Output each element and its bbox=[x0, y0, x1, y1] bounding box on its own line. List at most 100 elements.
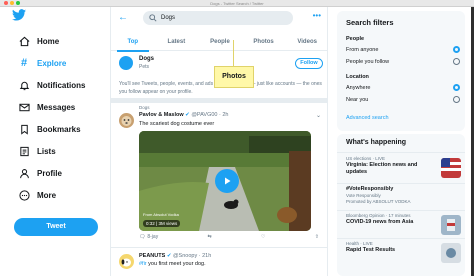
tweet-actions: 🗨 8-jay ⇆ ♡ ⇧ bbox=[139, 233, 319, 241]
near-you-option[interactable]: Near you bbox=[346, 97, 368, 103]
trend-item[interactable]: Health · LIVE Rapid Test Results bbox=[346, 241, 436, 254]
person-icon bbox=[18, 167, 30, 179]
near-you-radio[interactable] bbox=[453, 96, 460, 103]
search-query: Dogs bbox=[161, 15, 176, 21]
from-anyone-radio[interactable] bbox=[453, 46, 460, 53]
list-icon bbox=[18, 145, 30, 157]
search-tabs: Top Latest People Photos Videos bbox=[111, 35, 327, 52]
tab-videos[interactable]: Videos bbox=[285, 35, 327, 50]
sidebar-item-explore[interactable]: # Explore bbox=[18, 56, 66, 70]
whats-happening-panel: What's happening US elections · LIVE Vir… bbox=[337, 134, 465, 276]
home-icon bbox=[18, 35, 30, 47]
tweet-header: Pavlov & Maslow ✔ @PAVG00 · 2h bbox=[139, 112, 229, 118]
divider bbox=[337, 183, 465, 184]
trend-item[interactable]: #VoteResponsibly Vote Responsibly Promot… bbox=[346, 186, 464, 205]
tweet-button[interactable]: Tweet bbox=[14, 218, 98, 236]
divider bbox=[337, 210, 465, 211]
video-player[interactable]: From Absolut Vodka 0:32 | 3M views bbox=[139, 131, 311, 231]
play-icon[interactable] bbox=[215, 169, 239, 193]
sidebar-item-lists[interactable]: Lists bbox=[18, 144, 56, 158]
sidebar-item-notifications[interactable]: Notifications bbox=[18, 78, 85, 92]
anywhere-option[interactable]: Anywhere bbox=[346, 85, 370, 91]
window-title: Dogs - Twitter Search / Twitter bbox=[210, 1, 264, 6]
sidebar-item-label: Bookmarks bbox=[37, 124, 81, 134]
tweet-text: #fir you first meet your dog. bbox=[139, 261, 206, 267]
follow-button[interactable]: Follow bbox=[295, 58, 323, 69]
people-you-follow-option[interactable]: People you follow bbox=[346, 59, 389, 65]
sidebar-item-home[interactable]: Home bbox=[18, 34, 59, 48]
envelope-icon bbox=[18, 101, 30, 113]
promoted-label: Promoted by ABSOLUT VODKA bbox=[346, 199, 411, 204]
tweet-topic-label: Dogs bbox=[139, 105, 150, 110]
retweet-button[interactable]: ⇆ bbox=[208, 233, 212, 241]
trend-name: Virginia: Election news and updates bbox=[346, 162, 418, 175]
divider bbox=[337, 152, 465, 153]
share-button[interactable]: ⇧ bbox=[315, 233, 319, 241]
video-source: From Absolut Vodka bbox=[143, 212, 179, 217]
sidebar-item-label: Profile bbox=[37, 168, 62, 178]
sidebar-item-label: Lists bbox=[37, 146, 56, 156]
trend-image-flag bbox=[441, 158, 461, 178]
tweet[interactable]: PEANUTS ✔ @Snoopy · 21h #fir you first m… bbox=[111, 247, 327, 276]
verified-icon: ✔ bbox=[185, 112, 190, 118]
reply-button[interactable]: 🗨 8-jay bbox=[139, 233, 158, 241]
sidebar-item-more[interactable]: More bbox=[18, 188, 56, 202]
tweet-header: PEANUTS ✔ @Snoopy · 21h bbox=[139, 253, 211, 259]
divider bbox=[337, 238, 465, 239]
bell-icon bbox=[18, 79, 30, 91]
trend-item[interactable]: Bloomberg Opinion · 17 minutes COVID-19 … bbox=[346, 213, 436, 226]
share-icon: ⇧ bbox=[314, 234, 319, 240]
tweet-text: The scariest dog costume ever bbox=[139, 121, 215, 127]
main-column: ← Dogs ••• Top Latest People Photos Vide… bbox=[110, 7, 328, 276]
tweet-author-name[interactable]: PEANUTS bbox=[139, 253, 165, 259]
tweet-more-icon[interactable]: ⌄ bbox=[316, 112, 321, 119]
sidebar-item-label: Notifications bbox=[37, 80, 86, 90]
tweet-handle: @Snoopy · 21h bbox=[172, 253, 212, 259]
reply-icon: 🗨 bbox=[139, 234, 146, 240]
search-input[interactable]: Dogs bbox=[143, 11, 293, 25]
more-options-icon[interactable]: ••• bbox=[313, 11, 321, 20]
right-column: Search filters People From anyone People… bbox=[332, 7, 471, 276]
search-filters-panel: Search filters People From anyone People… bbox=[337, 11, 465, 131]
sidebar: Home # Explore Notifications Messages Bo… bbox=[0, 7, 110, 276]
trend-image-vaccine bbox=[441, 215, 461, 235]
tweet-author-name[interactable]: Pavlov & Maslow bbox=[139, 112, 184, 118]
tweet-handle: @PAVG00 · 2h bbox=[191, 112, 229, 118]
more-circle-icon bbox=[18, 189, 30, 201]
tab-people[interactable]: People bbox=[198, 35, 242, 50]
retweet-icon: ⇆ bbox=[207, 234, 212, 240]
sidebar-item-messages[interactable]: Messages bbox=[18, 100, 75, 114]
tab-photos[interactable]: Photos bbox=[242, 35, 286, 50]
heart-icon: ♡ bbox=[261, 234, 266, 240]
avatar[interactable] bbox=[119, 254, 134, 269]
search-icon bbox=[149, 14, 157, 22]
trend-name: #VoteResponsibly bbox=[346, 186, 394, 192]
topic-name: Dogs bbox=[139, 56, 154, 62]
sidebar-item-profile[interactable]: Profile bbox=[18, 166, 62, 180]
sidebar-item-label: Explore bbox=[37, 58, 67, 68]
tab-latest[interactable]: Latest bbox=[155, 35, 199, 50]
twitter-bird-icon[interactable] bbox=[12, 9, 26, 21]
location-filter-label: Location bbox=[346, 74, 369, 80]
filters-title: Search filters bbox=[346, 18, 394, 27]
sidebar-item-bookmarks[interactable]: Bookmarks bbox=[18, 122, 81, 136]
people-you-follow-radio[interactable] bbox=[453, 58, 460, 65]
trend-name: Rapid Test Results bbox=[346, 247, 396, 253]
tab-top[interactable]: Top bbox=[111, 35, 155, 52]
search-header: ← Dogs ••• bbox=[111, 7, 327, 29]
avatar[interactable] bbox=[119, 113, 134, 128]
whats-happening-title: What's happening bbox=[346, 139, 406, 146]
back-arrow-icon[interactable]: ← bbox=[118, 12, 128, 23]
sidebar-item-label: Home bbox=[37, 36, 60, 46]
sidebar-item-label: More bbox=[37, 190, 57, 200]
advanced-search-link[interactable]: Advanced search bbox=[346, 115, 389, 121]
tweet[interactable]: Dogs Pavlov & Maslow ✔ @PAVG00 · 2h ⌄ Th… bbox=[111, 103, 327, 243]
trend-item[interactable]: US elections · LIVE Virginia: Election n… bbox=[346, 156, 436, 176]
anywhere-radio[interactable] bbox=[453, 84, 460, 91]
hashtag-link[interactable]: #fir bbox=[139, 261, 147, 267]
from-anyone-option[interactable]: From anyone bbox=[346, 47, 378, 53]
like-button[interactable]: ♡ bbox=[261, 233, 265, 241]
trend-image-test bbox=[441, 243, 461, 263]
topic-icon bbox=[119, 56, 133, 70]
callout-pointer bbox=[233, 40, 234, 66]
